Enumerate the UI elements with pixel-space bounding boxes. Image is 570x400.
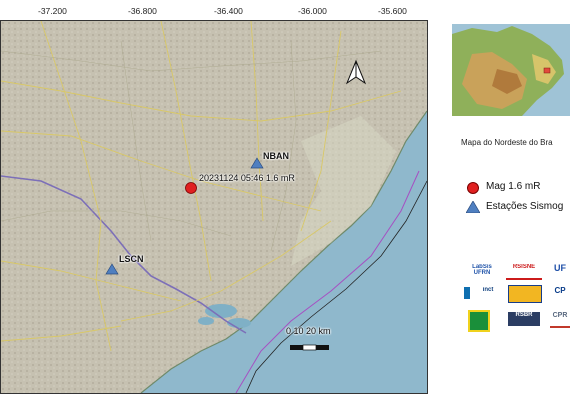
logo-defesa-civil xyxy=(508,285,542,303)
main-map[interactable]: NBAN LSCN 20231124 05:46 1.6 mR 0 10 20 … xyxy=(0,20,428,394)
logo-petrobras xyxy=(468,310,490,332)
scale-bar xyxy=(290,344,329,351)
x-tick: -36.400 xyxy=(214,6,243,16)
x-tick: -37.200 xyxy=(38,6,67,16)
logo-cpr: CPR xyxy=(550,312,570,328)
legend-label-stations: Estações Sismog xyxy=(486,201,564,212)
map-canvas xyxy=(1,21,427,393)
event-epicenter-icon xyxy=(185,182,197,194)
event-label: 20231124 05:46 1.6 mR xyxy=(199,173,295,183)
station-label: LSCN xyxy=(119,254,144,264)
x-tick: -36.800 xyxy=(128,6,157,16)
legend: Mag 1.6 mR Estações Sismog xyxy=(464,180,570,220)
logo-uf: UF xyxy=(554,264,566,273)
inset-canvas xyxy=(452,24,570,116)
lagoon xyxy=(198,317,214,325)
lagoon xyxy=(205,304,237,318)
x-tick: -35.600 xyxy=(378,6,407,16)
inset-map xyxy=(452,24,570,116)
logo-grid: LabSis UFRN RSISNE UF inct CP RSBR CPR xyxy=(462,262,570,332)
scale-bar-label: 0 10 20 km xyxy=(286,326,331,336)
legend-label-event: Mag 1.6 mR xyxy=(486,181,541,192)
logo-inct: inct xyxy=(464,287,506,299)
x-tick: -36.000 xyxy=(298,6,327,16)
blue-triangle-icon xyxy=(466,201,480,213)
logo-rsisne: RSISNE xyxy=(506,264,542,280)
logo-labsis: LabSis UFRN xyxy=(472,264,492,276)
logo-rsbr: RSBR xyxy=(508,312,540,326)
station-label: NBAN xyxy=(263,151,289,161)
logo-cprm: CP xyxy=(554,287,566,295)
inset-caption: Mapa do Nordeste do Bra xyxy=(461,138,553,147)
red-circle-icon xyxy=(467,182,479,194)
